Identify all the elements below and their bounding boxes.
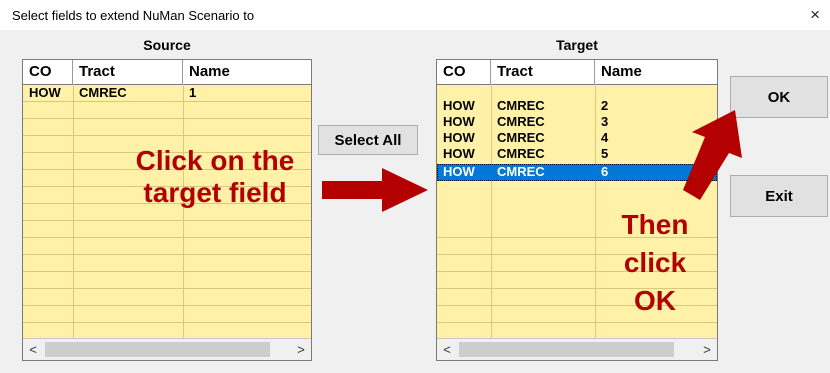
right-arrow-icon: [322, 168, 428, 212]
annotation-arrows: [322, 110, 742, 212]
window-title: Select fields to extend NuMan Scenario t…: [12, 8, 255, 23]
diagonal-arrow-icon: [683, 110, 742, 200]
title-bar: Select fields to extend NuMan Scenario t…: [0, 0, 830, 30]
close-icon[interactable]: ×: [810, 5, 820, 25]
dialog-body: Source CO Tract Name HOW CMREC 1 < > Sel…: [0, 30, 830, 373]
